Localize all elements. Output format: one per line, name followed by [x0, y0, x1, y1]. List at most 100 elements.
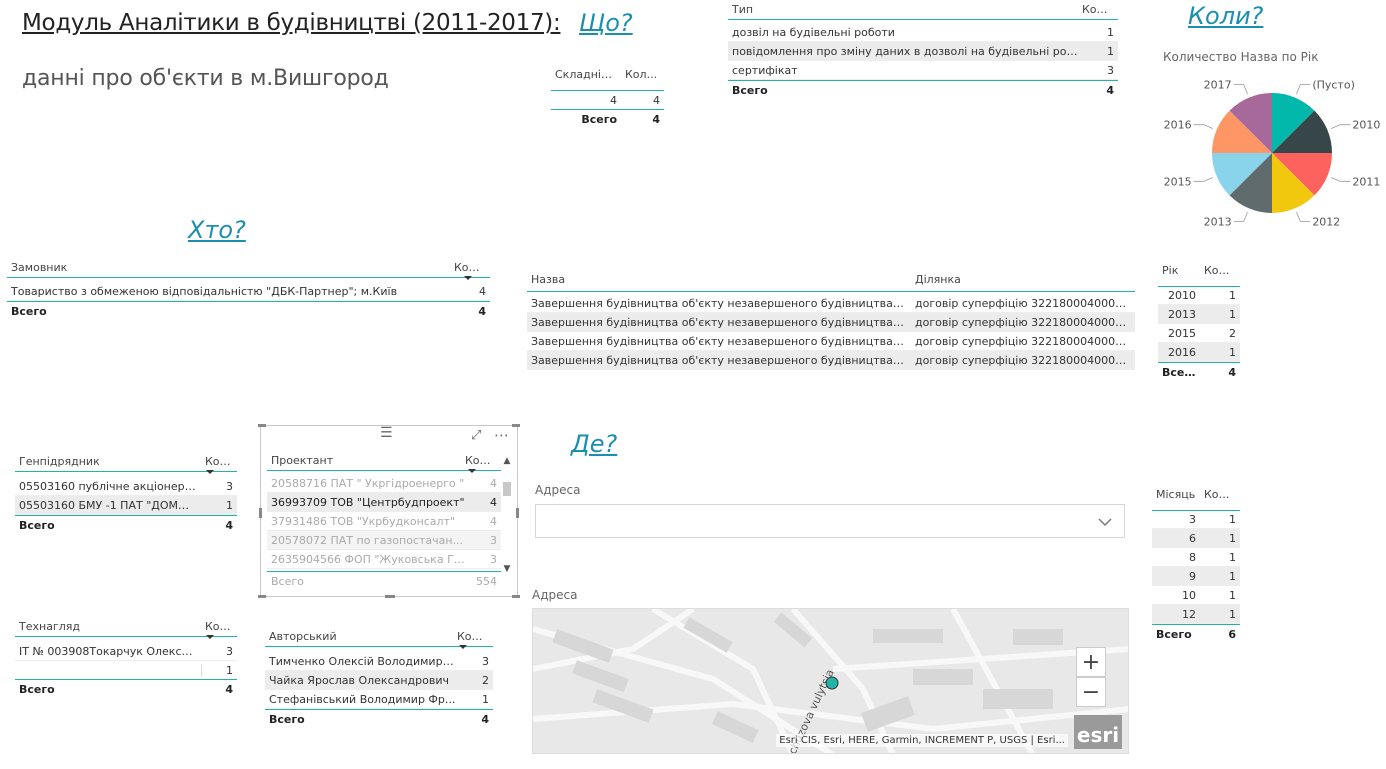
table-row[interactable]: 4 4 [551, 90, 664, 109]
table-row[interactable]: 6 1 [1152, 529, 1240, 548]
address-map[interactable]: chuzova vulytsia + − Esri CIS, Esri, HER… [532, 608, 1129, 754]
table-row[interactable]: 2016 1 [1158, 343, 1240, 362]
column-header[interactable]: Кол... [201, 620, 237, 633]
heading-who: Хто? [188, 216, 246, 244]
supervision-table[interactable]: Технагляд Кол... ІТ № 003908Токарчук Оле… [15, 617, 237, 699]
pie-leader-line [1296, 84, 1311, 95]
pie-leader-line [1233, 211, 1248, 222]
pie-chart[interactable]: (Пусто) 2010 2011 2012 2013 2015 2016 2017 [1150, 70, 1386, 230]
table-row[interactable]: 05503160 публічне акціонерне... 3 [15, 477, 237, 496]
column-header[interactable]: Рік [1158, 264, 1200, 277]
column-header[interactable]: Кол... [1200, 488, 1240, 501]
sort-arrow-icon[interactable] [468, 469, 476, 473]
column-header[interactable]: Ділянка [911, 273, 1135, 286]
column-header[interactable]: Проектант [267, 454, 461, 467]
type-table[interactable]: Тип Кол... дозвіл на будівельні роботи 1… [728, 0, 1118, 99]
column-header[interactable]: Замовник [7, 261, 450, 274]
drag-handle-icon[interactable]: ☰ [380, 426, 398, 440]
column-header[interactable]: Місяць [1152, 488, 1200, 501]
pie-leader-line [1233, 84, 1248, 95]
customer-table[interactable]: Замовник Кол... Товариство з обмеженою в… [7, 258, 490, 320]
object-name-table[interactable]: Назва Ділянка Завершення будівництва об'… [527, 268, 1135, 370]
pie-leader-line [1330, 177, 1351, 182]
more-options-icon[interactable]: ⋯ [494, 426, 509, 444]
table-row[interactable]: 3 1 [1152, 510, 1240, 529]
table-row[interactable]: дозвіл на будівельні роботи 1 [728, 23, 1118, 42]
table-row[interactable]: 37931486 ТОВ "Укрбудконсалт" 4 [267, 512, 501, 531]
table-row[interactable]: Завершення будівництва об'єкту незаверше… [527, 313, 1135, 332]
table-row[interactable]: 8 1 [1152, 548, 1240, 567]
zoom-in-button[interactable]: + [1076, 647, 1106, 677]
map-canvas[interactable]: chuzova vulytsia [533, 609, 1129, 754]
contractor-table[interactable]: Генпідрядник Кол... 05503160 публічне ак… [15, 452, 237, 534]
page-title: Модуль Аналітики в будівництві (2011-201… [22, 10, 561, 36]
table-row[interactable]: 1 [15, 661, 237, 680]
table-row[interactable]: Стефанівський Володимир Фр... 1 [265, 690, 493, 709]
designer-table[interactable]: Проектант Кол... 20588716 ПАТ " Укргідро… [267, 451, 501, 590]
pie-label: 2011 [1352, 175, 1380, 188]
scrollbar[interactable]: ▲ ▼ [501, 456, 513, 576]
column-header[interactable]: Кол... [461, 454, 501, 467]
complexity-table[interactable]: Складність Кол... 4 4 Всего 4 [551, 64, 664, 128]
table-row[interactable]: Товариство з обмеженою відповідальністю … [7, 282, 490, 301]
table-row[interactable]: 2635904566 ФОП "Жуковська Га... 3 [267, 550, 501, 569]
table-row[interactable]: 05503160 БМУ -1 ПАТ "ДОМОБ... 1 [15, 496, 237, 515]
table-row[interactable]: 2010 1 [1158, 286, 1240, 305]
table-row[interactable]: Чайка Ярослав Олександрович 2 [265, 671, 493, 690]
pie-label: 2017 [1204, 79, 1232, 92]
address-dropdown[interactable] [535, 504, 1125, 538]
pie-leader-line [1193, 124, 1214, 129]
table-row[interactable]: 20588716 ПАТ " Укргідроенерго " 4 [267, 474, 501, 493]
chevron-down-icon[interactable] [1098, 517, 1112, 527]
table-row[interactable]: ІТ № 003908Токарчук Олексан... 3 [15, 642, 237, 661]
column-header[interactable]: Технагляд [15, 620, 201, 633]
map-label: Адреса [532, 588, 578, 602]
focus-mode-icon[interactable]: ⤢ [471, 428, 481, 443]
table-row[interactable]: 10 1 [1152, 586, 1240, 605]
column-header[interactable]: Кол... [1078, 3, 1118, 16]
pie-label: (Пусто) [1312, 79, 1355, 92]
table-row[interactable]: 2015 2 [1158, 324, 1240, 343]
table-row[interactable]: Завершення будівництва об'єкту незаверше… [527, 294, 1135, 313]
column-header[interactable]: Авторський [265, 630, 453, 643]
sort-arrow-icon[interactable] [206, 470, 214, 474]
column-header[interactable]: Назва [527, 273, 911, 286]
table-row[interactable]: 20578072 ПАТ по газопостачан... 3 [267, 531, 501, 550]
map-marker[interactable] [825, 676, 839, 690]
table-row[interactable]: 12 1 [1152, 605, 1240, 624]
zoom-out-button[interactable]: − [1076, 677, 1106, 707]
month-table[interactable]: Місяць Кол... 3 1 6 1 8 1 9 1 10 1 12 1 … [1152, 484, 1240, 643]
table-row[interactable]: Завершення будівництва об'єкту незаверше… [527, 351, 1135, 370]
pie-chart-title: Количество Назва по Рік [1163, 50, 1319, 64]
sort-arrow-icon[interactable] [464, 276, 472, 280]
column-header[interactable]: Кол... [621, 68, 664, 81]
table-total: Всего 4 [265, 709, 493, 728]
pie-label: 2015 [1164, 175, 1192, 188]
table-row[interactable]: 2013 1 [1158, 305, 1240, 324]
table-row[interactable]: сертифікат 3 [728, 61, 1118, 80]
table-row[interactable]: Завершення будівництва об'єкту незаверше… [527, 332, 1135, 351]
column-header[interactable]: Генпідрядник [15, 455, 201, 468]
sort-arrow-icon[interactable] [206, 635, 214, 639]
column-header[interactable]: Кол... [453, 630, 493, 643]
column-header[interactable]: Кол... [450, 261, 490, 274]
table-row[interactable]: 9 1 [1152, 567, 1240, 586]
year-table[interactable]: Рік Кол... 2010 1 2013 1 2015 2 2016 1 В… [1158, 260, 1240, 381]
table-total: Всего 4 [15, 515, 237, 534]
column-header[interactable]: Складність [551, 68, 621, 81]
column-header[interactable]: Кол... [1200, 264, 1240, 277]
sort-arrow-icon[interactable] [459, 645, 467, 649]
table-total: Всего 6 [1152, 624, 1240, 643]
table-total: Всего 554 [267, 571, 501, 590]
column-header[interactable]: Тип [728, 3, 1078, 16]
author-supervision-table[interactable]: Авторський Кол... Тимченко Олексій Волод… [265, 627, 493, 728]
esri-logo[interactable]: esri [1074, 715, 1122, 749]
table-row[interactable]: Тимченко Олексій Володимиро... 3 [265, 652, 493, 671]
column-header[interactable]: Кол... [201, 455, 237, 468]
table-row[interactable]: повідомлення про зміну даних в дозволі н… [728, 42, 1118, 61]
table-total: Всего 4 [19, 683, 233, 696]
heading-when: Коли? [1188, 2, 1264, 30]
table-total: Всего 4 [551, 109, 664, 128]
table-row[interactable]: 36993709 ТОВ "Центрбудпроект" 4 [267, 493, 501, 512]
pie-leader-line [1193, 177, 1214, 182]
